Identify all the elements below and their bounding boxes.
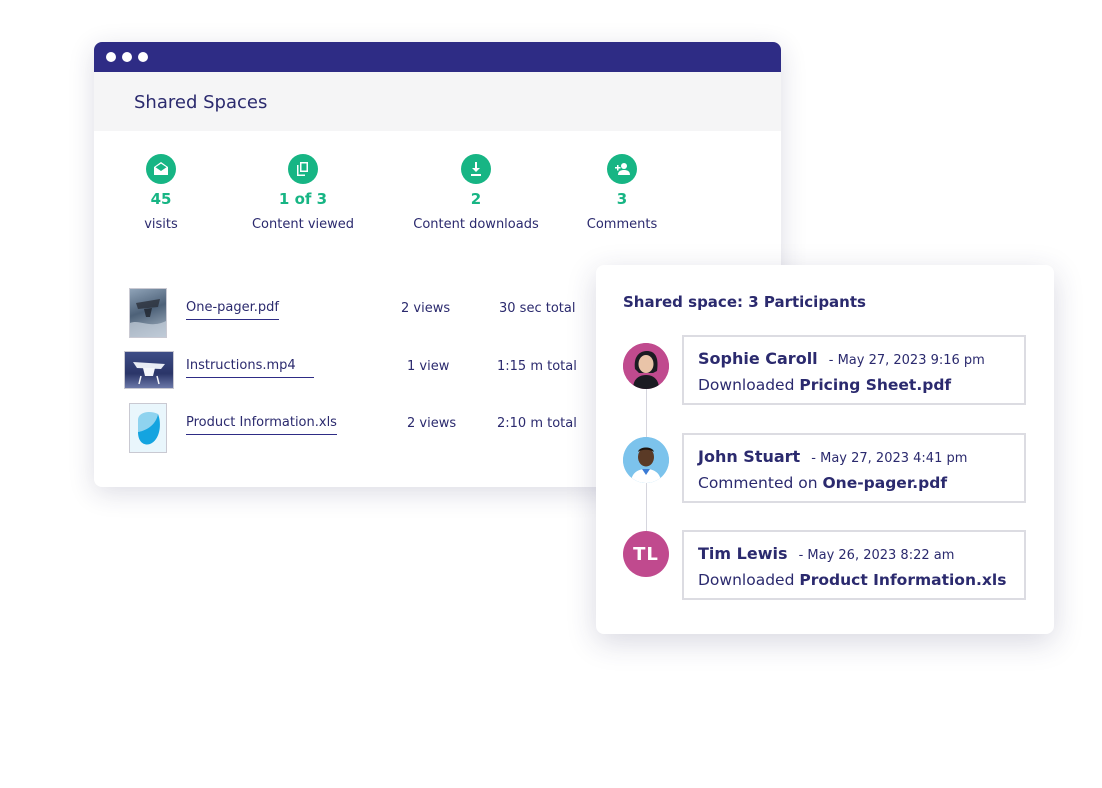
stat-label: visits [144,217,178,232]
file-thumbnail [124,351,174,389]
avatar[interactable]: TL [623,531,669,577]
activity-target[interactable]: Product Information.xls [799,571,1006,589]
file-link[interactable]: One-pager.pdf [186,300,279,320]
person-photo-icon [623,343,669,389]
participants-card: Shared space: 3 Participants Sophie Caro… [596,265,1054,634]
drone-image-icon [130,299,166,337]
file-link[interactable]: Product Information.xls [186,415,337,435]
avatar[interactable] [623,437,669,483]
window-titlebar [94,42,781,72]
stat-value: 3 [616,190,628,208]
file-time: 1:15 m total [497,359,577,374]
activity-description: Downloaded Product Information.xls [698,571,1006,589]
activity-action: Commented on [698,474,818,492]
download-icon [461,154,491,184]
avatar[interactable] [623,343,669,389]
stat-label: Content viewed [251,217,355,232]
participant-name: Sophie Caroll [698,349,818,368]
person-photo-icon [623,437,669,483]
stat-comments: 3 Comments [582,154,662,232]
stat-value: 45 [150,190,172,208]
envelope-open-icon [146,154,176,184]
activity-item[interactable]: Sophie Caroll - May 27, 2023 9:16 pm Dow… [682,335,1026,405]
spreadsheet-image-icon [138,412,160,445]
activity-date: - May 26, 2023 8:22 am [798,548,955,563]
file-time: 2:10 m total [497,416,577,431]
activity-description: Commented on One-pager.pdf [698,474,947,492]
page-title: Shared Spaces [134,92,268,113]
window-dot-icon[interactable] [138,52,148,62]
activity-item[interactable]: John Stuart - May 27, 2023 4:41 pm Comme… [682,433,1026,503]
window-dot-icon[interactable] [122,52,132,62]
activity-action: Downloaded [698,376,795,394]
activity-description: Downloaded Pricing Sheet.pdf [698,376,951,394]
stat-visits: 45 visits [141,154,181,232]
participant-name: Tim Lewis [698,544,788,563]
stat-value: 2 [470,190,482,208]
file-time: 30 sec total [499,301,576,316]
file-thumbnail [129,288,167,338]
window-header: Shared Spaces [94,72,781,131]
stat-content-downloads: 2 Content downloads [406,154,546,232]
drone-video-icon [133,362,165,385]
file-views: 2 views [407,416,457,431]
activity-target[interactable]: Pricing Sheet.pdf [799,376,951,394]
file-views: 1 view [407,359,450,374]
stat-label: Content downloads [413,217,539,232]
stat-value: 1 of 3 [278,190,328,208]
activity-action: Downloaded [698,571,795,589]
window-dot-icon[interactable] [106,52,116,62]
activity-header: Sophie Caroll - May 27, 2023 9:16 pm [698,349,985,368]
file-thumbnail [129,403,167,453]
stat-label: Comments [586,217,658,232]
stat-content-viewed: 1 of 3 Content viewed [243,154,363,232]
activity-target[interactable]: One-pager.pdf [823,474,948,492]
activity-header: Tim Lewis - May 26, 2023 8:22 am [698,544,954,563]
activity-date: - May 27, 2023 9:16 pm [828,353,985,368]
participants-title: Shared space: 3 Participants [623,293,866,311]
activity-date: - May 27, 2023 4:41 pm [811,451,968,466]
activity-item[interactable]: Tim Lewis - May 26, 2023 8:22 am Downloa… [682,530,1026,600]
participant-name: John Stuart [698,447,801,466]
person-add-icon [607,154,637,184]
file-views: 2 views [401,301,451,316]
file-link[interactable]: Instructions.mp4 [186,358,314,378]
activity-header: John Stuart - May 27, 2023 4:41 pm [698,447,967,466]
copy-icon [288,154,318,184]
